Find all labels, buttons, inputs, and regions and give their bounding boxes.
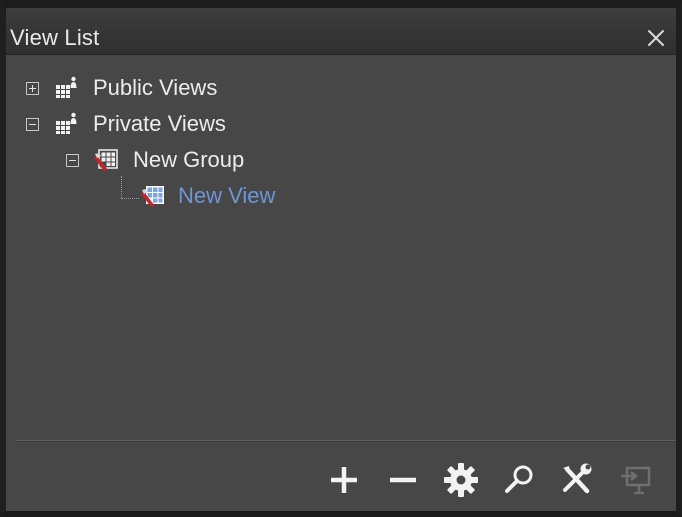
monitor-import-icon[interactable] — [616, 460, 656, 500]
tree-node-label: New View — [178, 183, 276, 208]
footer-divider — [16, 440, 676, 441]
expand-toggle[interactable] — [26, 81, 39, 95]
titlebar: View List — [6, 8, 676, 55]
tree-node-private-views[interactable]: Private Views — [26, 108, 226, 140]
tree-node-public-views[interactable]: Public Views — [26, 72, 217, 104]
gear-icon[interactable] — [441, 460, 481, 500]
group-icon — [94, 149, 118, 171]
view-list-panel: View List Public Views Private Views New… — [0, 0, 682, 517]
magnifier-icon[interactable] — [499, 460, 539, 500]
bottom-toolbar — [316, 456, 676, 502]
tree-connector — [121, 198, 139, 199]
views-folder-icon — [56, 76, 77, 98]
panel-title: View List — [10, 25, 100, 50]
tree-node-label: Public Views — [93, 75, 218, 100]
collapse-toggle[interactable] — [26, 117, 39, 131]
plus-icon[interactable] — [324, 460, 364, 500]
tree-connector — [121, 176, 122, 198]
minus-icon[interactable] — [383, 460, 423, 500]
close-icon[interactable] — [646, 28, 666, 48]
tree-node-new-view[interactable]: New View — [140, 180, 275, 212]
tree-node-label: Private Views — [93, 111, 226, 136]
tools-icon[interactable] — [557, 460, 597, 500]
views-folder-icon — [56, 112, 77, 134]
collapse-toggle[interactable] — [66, 153, 79, 167]
view-icon — [141, 186, 164, 207]
tree-node-new-group[interactable]: New Group — [66, 144, 244, 176]
tree-node-label: New Group — [133, 147, 245, 172]
